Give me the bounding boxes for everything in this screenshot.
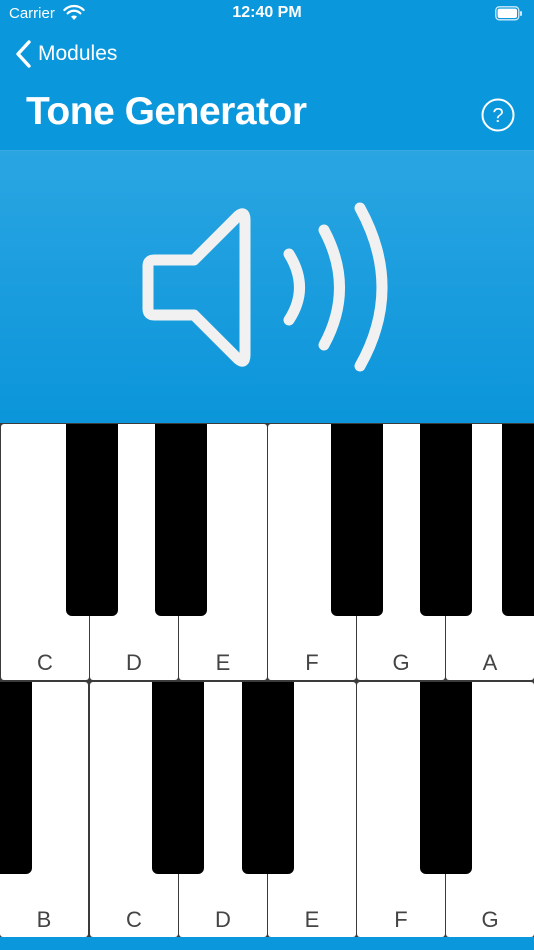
help-icon[interactable]: ? xyxy=(480,97,516,133)
black-key-f-sharp[interactable] xyxy=(331,424,383,616)
key-label: C xyxy=(126,907,142,932)
status-bar: Carrier 12:40 PM xyxy=(0,0,534,28)
back-button[interactable]: Modules xyxy=(14,38,117,70)
key-label: F xyxy=(394,907,408,932)
bottom-strip xyxy=(0,937,534,950)
key-label: C xyxy=(37,650,53,675)
svg-text:?: ? xyxy=(492,105,503,127)
key-label: A xyxy=(482,650,498,675)
black-key-c-sharp[interactable] xyxy=(66,424,118,616)
back-label: Modules xyxy=(38,42,118,65)
key-label: D xyxy=(215,907,231,932)
black-key-f-sharp[interactable] xyxy=(420,682,472,874)
key-label: B xyxy=(36,907,52,932)
black-key-c-sharp[interactable] xyxy=(152,682,204,874)
piano-keyboard: C D E F G A B C D E F G xyxy=(0,423,534,937)
speaker-volume-icon[interactable] xyxy=(142,200,392,375)
keyboard-row-lower: B C D E F G xyxy=(0,682,534,937)
chevron-left-icon xyxy=(16,40,31,68)
key-label: G xyxy=(481,907,499,932)
black-key-a-sharp[interactable] xyxy=(502,424,534,616)
black-key-g-sharp[interactable] xyxy=(420,424,472,616)
key-label: D xyxy=(126,650,142,675)
key-label: E xyxy=(215,650,231,675)
key-label: E xyxy=(304,907,320,932)
keyboard-row-upper: C D E F G A xyxy=(0,424,534,680)
key-label: F xyxy=(305,650,319,675)
black-key-d-sharp[interactable] xyxy=(242,682,294,874)
black-key-a-sharp[interactable] xyxy=(0,682,32,874)
status-time: 12:40 PM xyxy=(232,4,302,21)
battery-icon xyxy=(495,6,522,21)
key-label: G xyxy=(392,650,410,675)
black-key-d-sharp[interactable] xyxy=(155,424,207,616)
page-title: Tone Generator xyxy=(26,90,307,133)
